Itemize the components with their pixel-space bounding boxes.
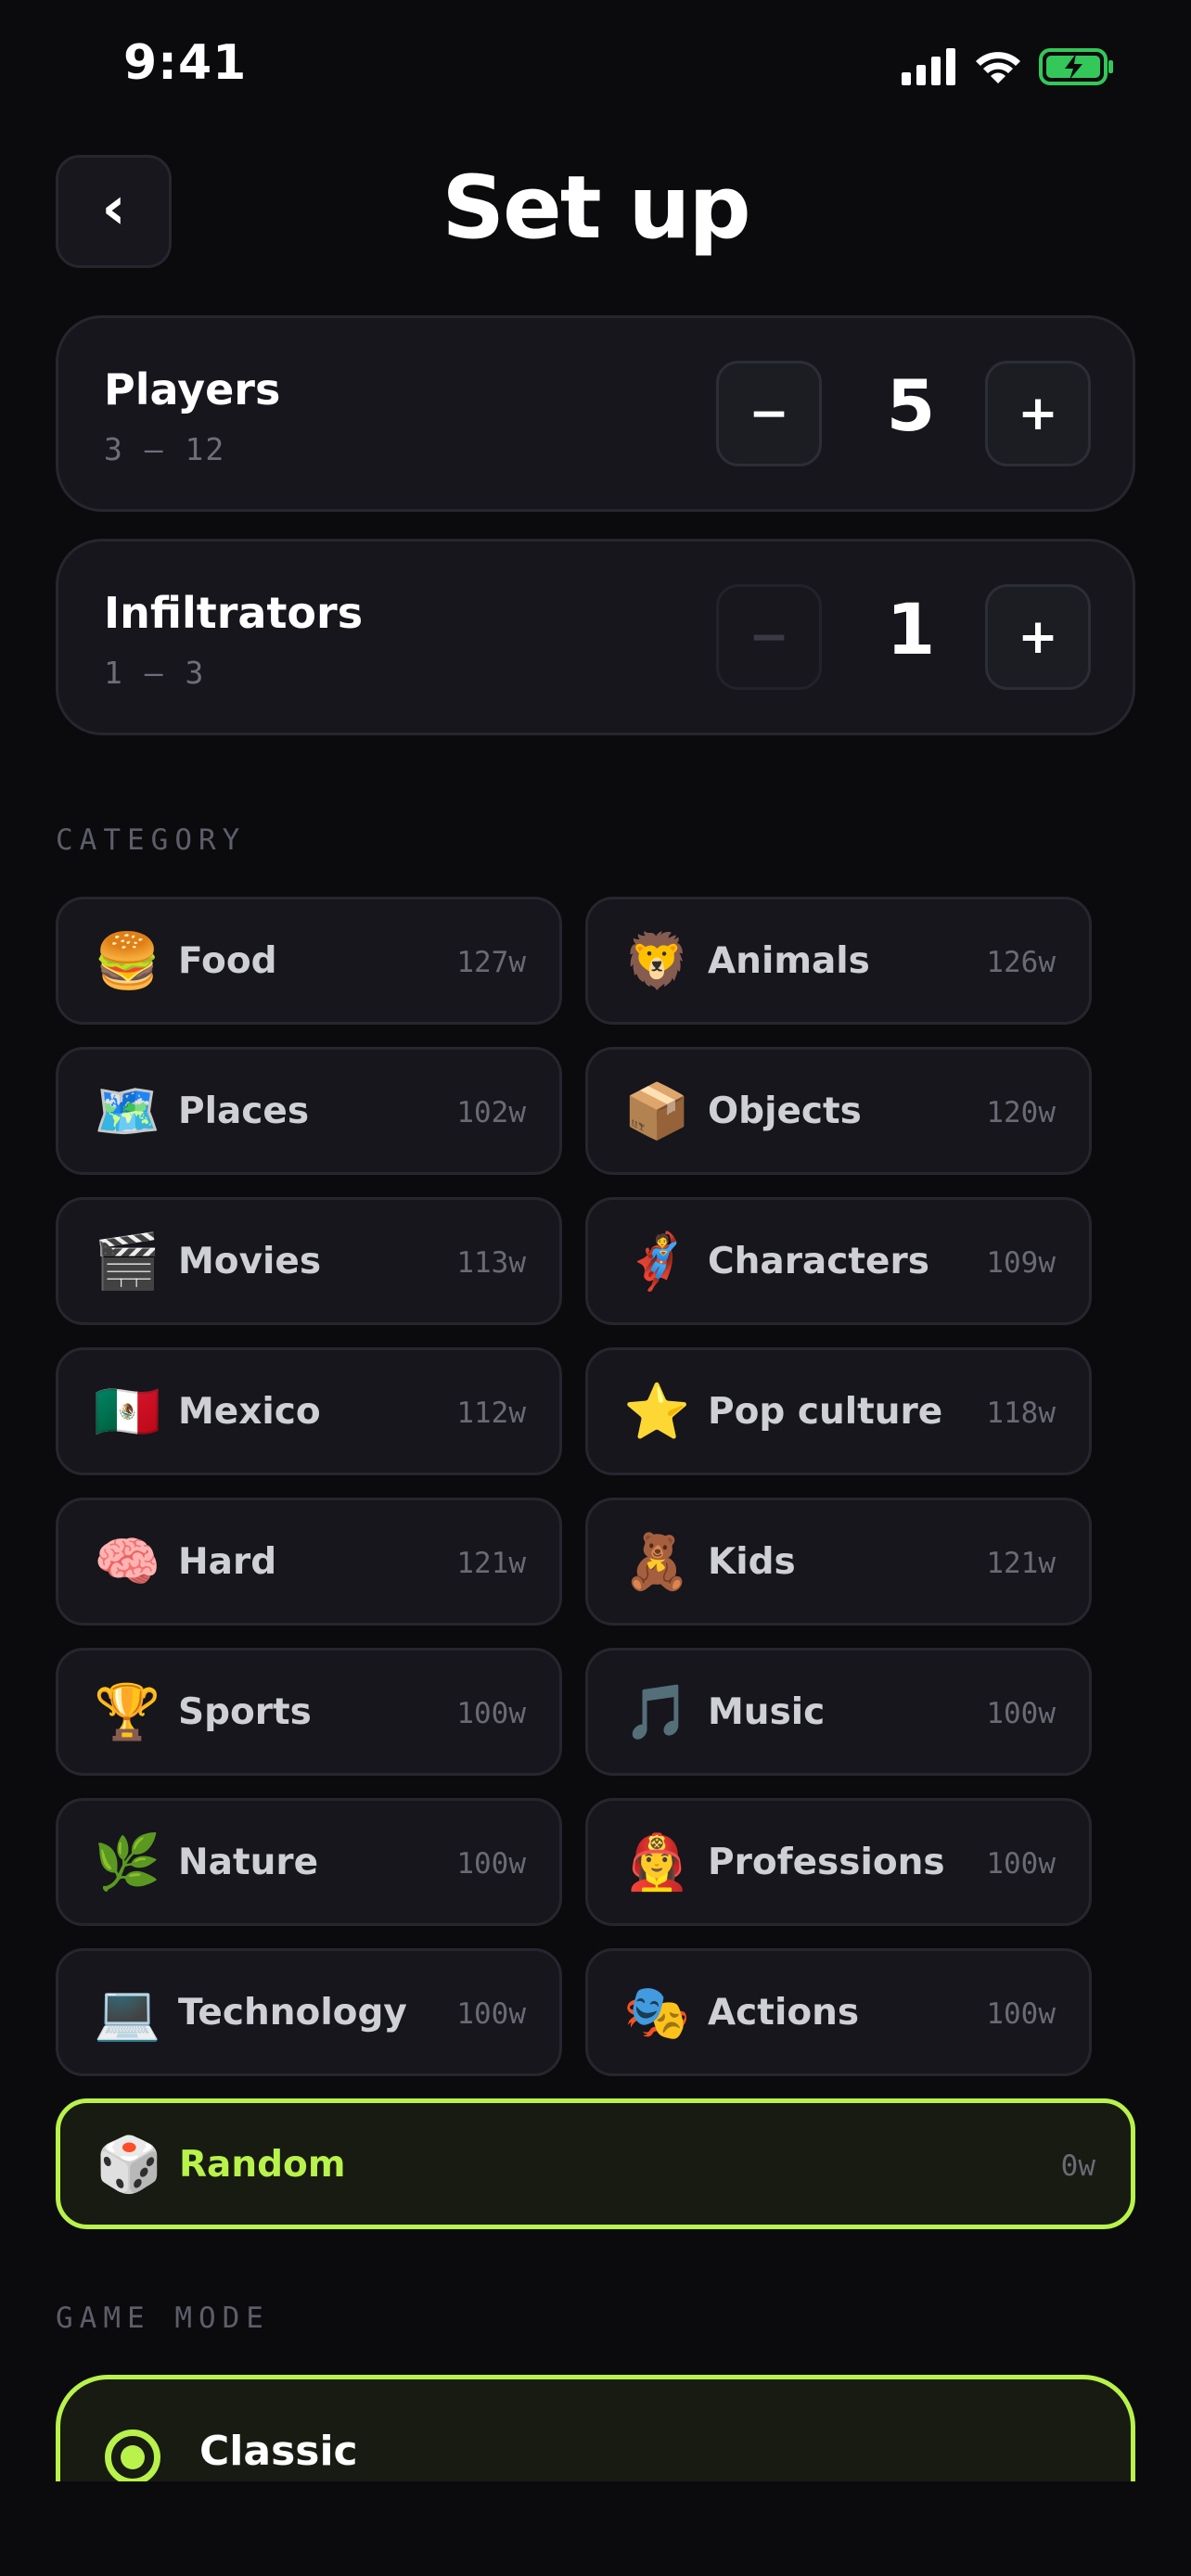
- category-item-animals[interactable]: 🦁 Animals 126w: [585, 897, 1092, 1025]
- category-item-characters[interactable]: 🦸 Characters 109w: [585, 1197, 1092, 1325]
- category-item-food[interactable]: 🍔 Food 127w: [56, 897, 562, 1025]
- superhero-icon: 🦸: [623, 1230, 691, 1293]
- players-label: Players: [104, 364, 281, 414]
- category-word-count: 100w: [986, 1697, 1056, 1730]
- category-label: Hard: [178, 1541, 277, 1583]
- trophy-icon: 🏆: [94, 1680, 161, 1743]
- category-label: Animals: [708, 940, 870, 982]
- infiltrators-range: 1 – 3: [104, 655, 206, 691]
- category-item-professions[interactable]: 👩‍🚒 Professions 100w: [585, 1798, 1092, 1926]
- category-item-places[interactable]: 🗺️ Places 102w: [56, 1047, 562, 1175]
- category-word-count: 100w: [456, 1847, 526, 1881]
- category-label: Kids: [708, 1541, 796, 1583]
- brain-icon: 🧠: [94, 1530, 161, 1593]
- category-item-kids[interactable]: 🧸 Kids 121w: [585, 1498, 1092, 1626]
- players-increment-button[interactable]: +: [985, 361, 1091, 466]
- category-label: Technology: [178, 1992, 407, 2034]
- category-item-mexico[interactable]: 🇲🇽 Mexico 112w: [56, 1347, 562, 1475]
- game-mode-section-title: GAME MODE: [56, 2302, 270, 2335]
- category-word-count: 100w: [456, 1997, 526, 2031]
- herb-icon: 🌿: [94, 1830, 161, 1894]
- category-word-count: 0w: [1060, 2149, 1095, 2183]
- infiltrators-label: Infiltrators: [104, 588, 364, 638]
- players-range: 3 – 12: [104, 431, 226, 467]
- wifi-icon: [976, 52, 1020, 83]
- dice-icon: 🎲: [96, 2133, 163, 2196]
- map-icon: 🗺️: [94, 1079, 161, 1142]
- infiltrators-value: 1: [886, 588, 936, 670]
- category-label: Professions: [708, 1842, 945, 1883]
- category-label: Music: [708, 1691, 826, 1733]
- category-item-actions[interactable]: 🎭 Actions 100w: [585, 1948, 1092, 2076]
- category-word-count: 127w: [456, 946, 526, 979]
- players-decrement-button[interactable]: −: [716, 361, 822, 466]
- players-value: 5: [886, 364, 936, 447]
- star-icon: ⭐: [623, 1380, 691, 1443]
- bottom-mask: [0, 2481, 1191, 2576]
- theater-masks-icon: 🎭: [623, 1981, 691, 2044]
- page-title: Set up: [442, 158, 750, 259]
- firefighter-icon: 👩‍🚒: [623, 1830, 691, 1894]
- game-mode-label: Classic: [199, 2428, 358, 2475]
- category-label: Actions: [708, 1992, 860, 2034]
- battery-charging-icon: [1039, 48, 1113, 85]
- category-label: Characters: [708, 1241, 929, 1282]
- category-label: Movies: [178, 1241, 322, 1282]
- category-label: Pop culture: [708, 1391, 943, 1433]
- category-item-technology[interactable]: 💻 Technology 100w: [56, 1948, 562, 2076]
- category-item-random[interactable]: 🎲 Random 0w: [56, 2098, 1135, 2229]
- category-item-music[interactable]: 🎵 Music 100w: [585, 1648, 1092, 1776]
- category-word-count: 126w: [986, 946, 1056, 979]
- status-icons: [902, 46, 1115, 87]
- category-item-movies[interactable]: 🎬 Movies 113w: [56, 1197, 562, 1325]
- category-word-count: 118w: [986, 1396, 1056, 1430]
- radio-selected-icon: [105, 2429, 160, 2485]
- package-icon: 📦: [623, 1079, 691, 1142]
- infiltrators-decrement-button[interactable]: −: [716, 584, 822, 690]
- status-time: 9:41: [123, 35, 248, 91]
- category-item-pop-culture[interactable]: ⭐ Pop culture 118w: [585, 1347, 1092, 1475]
- infiltrators-increment-button[interactable]: +: [985, 584, 1091, 690]
- mexico-flag-icon: 🇲🇽: [94, 1380, 161, 1443]
- lion-icon: 🦁: [623, 929, 691, 992]
- category-word-count: 109w: [986, 1246, 1056, 1280]
- infiltrators-card: Infiltrators 1 – 3 − 1 +: [56, 539, 1135, 735]
- category-label: Sports: [178, 1691, 312, 1733]
- music-note-icon: 🎵: [623, 1680, 691, 1743]
- category-word-count: 100w: [456, 1697, 526, 1730]
- category-word-count: 121w: [456, 1547, 526, 1580]
- category-word-count: 100w: [986, 1847, 1056, 1881]
- category-word-count: 100w: [986, 1997, 1056, 2031]
- category-item-nature[interactable]: 🌿 Nature 100w: [56, 1798, 562, 1926]
- category-word-count: 120w: [986, 1096, 1056, 1129]
- category-item-hard[interactable]: 🧠 Hard 121w: [56, 1498, 562, 1626]
- category-label: Food: [178, 940, 277, 982]
- category-word-count: 113w: [456, 1246, 526, 1280]
- players-card: Players 3 – 12 − 5 +: [56, 315, 1135, 512]
- category-word-count: 102w: [456, 1096, 526, 1129]
- category-label: Places: [178, 1090, 310, 1132]
- laptop-icon: 💻: [94, 1981, 161, 2044]
- category-section-title: CATEGORY: [56, 823, 247, 857]
- teddy-bear-icon: 🧸: [623, 1530, 691, 1593]
- clapper-icon: 🎬: [94, 1230, 161, 1293]
- category-label: Objects: [708, 1090, 862, 1132]
- category-word-count: 112w: [456, 1396, 526, 1430]
- setup-screen: 9:41 ‹ Set up Players 3 – 12 − 5 + Infil…: [0, 0, 1191, 2576]
- category-word-count: 121w: [986, 1547, 1056, 1580]
- cellular-signal-icon: [902, 48, 955, 85]
- category-item-objects[interactable]: 📦 Objects 120w: [585, 1047, 1092, 1175]
- category-item-sports[interactable]: 🏆 Sports 100w: [56, 1648, 562, 1776]
- category-label: Random: [179, 2144, 346, 2186]
- category-label: Nature: [178, 1842, 319, 1883]
- burger-icon: 🍔: [94, 929, 161, 992]
- category-label: Mexico: [178, 1391, 321, 1433]
